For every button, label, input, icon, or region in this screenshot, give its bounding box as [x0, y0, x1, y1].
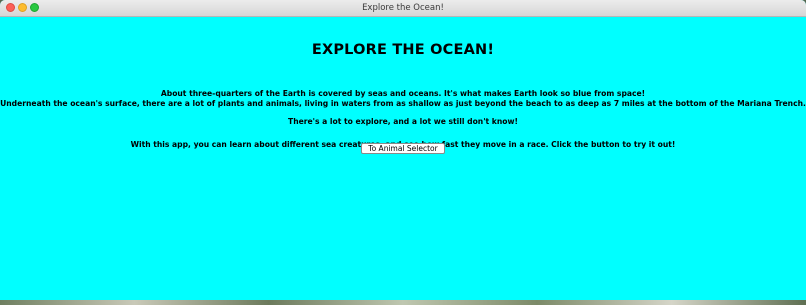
- maximize-window-icon[interactable]: [30, 3, 39, 12]
- main-content: EXPLORE THE OCEAN! About three-quarters …: [0, 17, 806, 300]
- title-bar[interactable]: Explore the Ocean!: [0, 0, 806, 17]
- explore-text: There's a lot to explore, and a lot we s…: [288, 117, 518, 126]
- close-window-icon[interactable]: [6, 3, 15, 12]
- intro-line-1: About three-quarters of the Earth is cov…: [160, 89, 646, 98]
- app-window: Explore the Ocean! EXPLORE THE OCEAN! Ab…: [0, 0, 806, 300]
- window-title: Explore the Ocean!: [362, 3, 444, 13]
- minimize-window-icon[interactable]: [18, 3, 27, 12]
- desktop-background: [0, 300, 806, 305]
- page-heading: EXPLORE THE OCEAN!: [311, 42, 495, 58]
- animal-selector-button[interactable]: To Animal Selector: [361, 143, 445, 154]
- intro-line-2: Underneath the ocean's surface, there ar…: [0, 99, 806, 108]
